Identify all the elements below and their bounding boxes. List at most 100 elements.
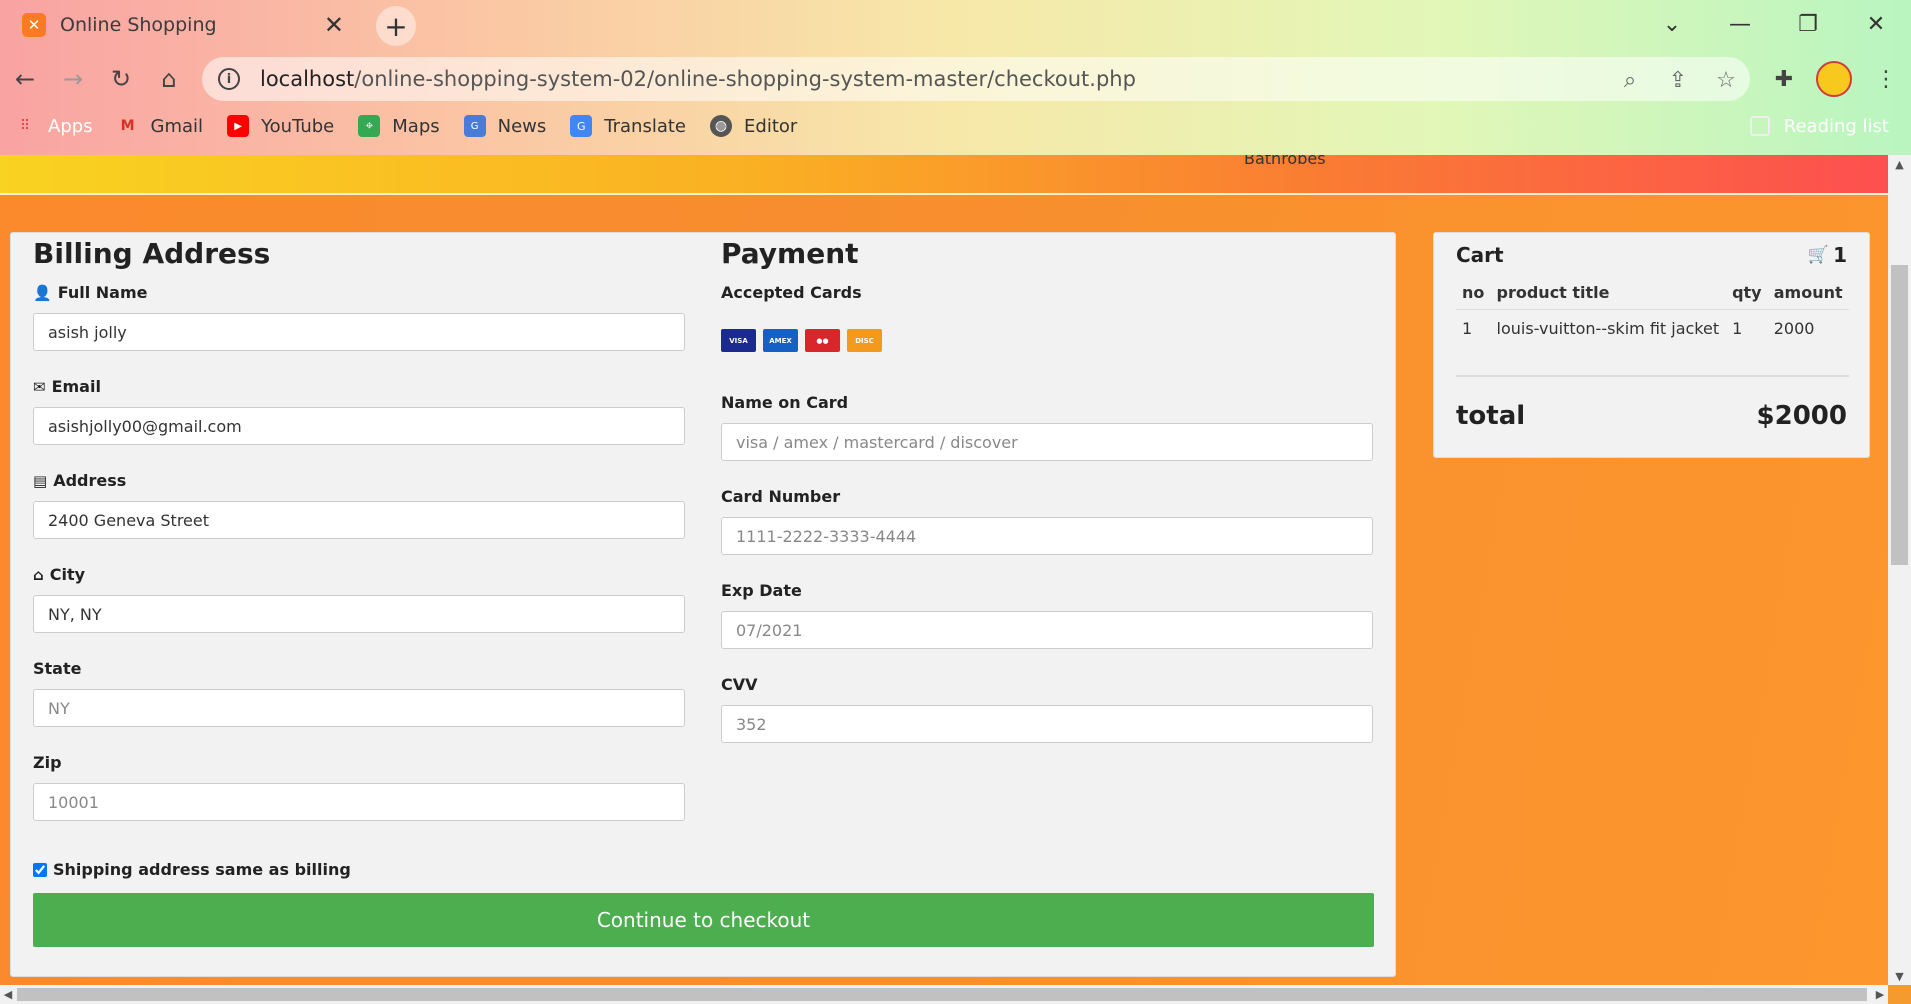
address-label-text: Address	[53, 471, 127, 490]
scroll-up-arrow-icon[interactable]: ▲	[1888, 155, 1911, 173]
bookmark-star-icon[interactable]: ☆	[1712, 66, 1740, 94]
cvv-input[interactable]	[721, 705, 1373, 743]
billing-title: Billing Address	[33, 237, 271, 270]
bookmark-editor[interactable]: ◍ Editor	[710, 115, 797, 137]
visa-card-icon: VISA	[721, 329, 756, 352]
vertical-scrollbar[interactable]: ▲ ▼	[1888, 155, 1911, 985]
reading-list-label: Reading list	[1783, 115, 1889, 137]
mastercard-icon: ●●	[805, 329, 840, 352]
address-card-icon: ▤	[33, 471, 48, 490]
name-on-card-input[interactable]	[721, 423, 1373, 461]
back-arrow-icon[interactable]: ←	[9, 63, 41, 95]
header-banner-strip: Bathrobes	[0, 155, 1888, 195]
cart-divider	[1456, 375, 1849, 377]
address-bar[interactable]: i localhost/online-shopping-system-02/on…	[202, 57, 1750, 101]
address-input[interactable]	[33, 501, 685, 539]
tab-close-icon[interactable]: ✕	[324, 11, 344, 39]
bookmark-label: Editor	[744, 115, 798, 137]
vertical-scroll-thumb[interactable]	[1891, 265, 1908, 565]
full-name-input[interactable]	[33, 313, 685, 351]
news-icon: G	[463, 115, 486, 137]
youtube-icon: ▶	[227, 115, 250, 137]
name-on-card-label: Name on Card	[721, 393, 849, 412]
email-input[interactable]	[33, 407, 685, 445]
city-label: ⌂ City	[33, 565, 85, 584]
shipping-same-row[interactable]: Shipping address same as billing	[33, 860, 351, 879]
bookmark-label: Apps	[48, 115, 93, 137]
browser-chrome: ✕ Online Shopping ✕ + ⌄ — ❐ ✕ ← → ↻ ⌂ i …	[0, 0, 1911, 155]
url-path: /online-shopping-system-02/online-shoppi…	[354, 67, 1136, 91]
reading-list[interactable]: Reading list	[1749, 110, 1889, 142]
card-number-label: Card Number	[721, 487, 841, 506]
cart-summary-card: Cart 🛒 1 no product title qty amount 1 l…	[1433, 232, 1870, 458]
share-icon[interactable]: ⇪	[1664, 66, 1692, 94]
envelope-icon: ✉	[33, 377, 46, 396]
city-label-text: City	[49, 565, 86, 584]
column-product-title: product title	[1490, 277, 1727, 310]
forward-arrow-icon[interactable]: →	[57, 63, 89, 95]
horizontal-scroll-thumb[interactable]	[17, 988, 1867, 1001]
full-name-label-text: Full Name	[57, 283, 148, 302]
state-label: State	[33, 659, 82, 678]
close-window-icon[interactable]: ✕	[1856, 6, 1896, 42]
state-input[interactable]	[33, 689, 685, 727]
bookmark-apps[interactable]: ⠿ Apps	[14, 115, 93, 137]
browser-menu-icon[interactable]: ⋮	[1870, 63, 1902, 95]
bookmark-translate[interactable]: G Translate	[570, 115, 686, 137]
total-value: $2000	[1756, 401, 1847, 431]
bookmark-gmail[interactable]: M Gmail	[117, 115, 204, 137]
new-tab-button[interactable]: +	[376, 6, 416, 46]
profile-avatar[interactable]	[1816, 61, 1852, 97]
exp-date-input[interactable]	[721, 611, 1373, 649]
bookmark-news[interactable]: G News	[463, 115, 546, 137]
bookmark-maps[interactable]: ⌖ Maps	[358, 115, 440, 137]
column-amount: amount	[1767, 277, 1849, 310]
zip-label: Zip	[33, 753, 62, 772]
city-input[interactable]	[33, 595, 685, 633]
zip-input[interactable]	[33, 783, 685, 821]
extensions-puzzle-icon[interactable]: ✚	[1768, 63, 1800, 95]
checkout-form-card: Billing Address 👤 Full Name ✉ Email ▤ Addre…	[10, 232, 1396, 977]
cart-count: 1	[1833, 243, 1847, 267]
browser-toolbar: ← → ↻ ⌂ i localhost/online-shopping-syst…	[0, 54, 1911, 104]
shipping-same-checkbox[interactable]	[33, 862, 47, 877]
card-number-input[interactable]	[721, 517, 1373, 555]
payment-title: Payment	[721, 237, 859, 270]
cell-product-title[interactable]: louis-vuitton--skim fit jacket	[1491, 309, 1727, 347]
site-info-icon[interactable]: i	[218, 68, 240, 90]
bookmark-youtube[interactable]: ▶ YouTube	[227, 115, 334, 137]
amex-card-icon: AMEX	[763, 329, 798, 352]
url-host: localhost	[260, 67, 355, 91]
table-row: 1 louis-vuitton--skim fit jacket 1 2000	[1456, 309, 1849, 347]
bookmark-label: Gmail	[150, 115, 204, 137]
user-icon: 👤	[33, 283, 52, 302]
scroll-left-arrow-icon[interactable]: ◀	[0, 985, 16, 1004]
restore-window-icon[interactable]: ❐	[1788, 6, 1828, 42]
continue-to-checkout-button[interactable]: Continue to checkout	[33, 893, 1374, 947]
bookmark-label: Maps	[392, 115, 440, 137]
category-link[interactable]: Bathrobes	[1244, 155, 1326, 168]
browser-tab[interactable]: ✕ Online Shopping ✕	[8, 0, 358, 50]
zoom-icon[interactable]: ⌕	[1616, 66, 1644, 94]
reload-icon[interactable]: ↻	[105, 63, 137, 95]
home-icon[interactable]: ⌂	[153, 63, 185, 95]
reading-list-icon	[1749, 116, 1770, 136]
maps-icon: ⌖	[358, 115, 381, 137]
cell-amount: 2000	[1773, 318, 1815, 338]
shipping-same-label: Shipping address same as billing	[53, 860, 351, 879]
email-label: ✉ Email	[33, 377, 101, 396]
discover-card-icon: DISC	[847, 329, 882, 352]
tab-strip: ✕ Online Shopping ✕ + ⌄ — ❐ ✕	[0, 0, 1911, 50]
horizontal-scrollbar[interactable]: ◀ ▶	[0, 985, 1888, 1004]
cvv-label: CVV	[721, 675, 758, 694]
scroll-down-arrow-icon[interactable]: ▼	[1888, 967, 1911, 985]
cell-qty: 1	[1732, 318, 1743, 338]
scroll-right-arrow-icon[interactable]: ▶	[1872, 985, 1888, 1004]
full-name-label: 👤 Full Name	[33, 283, 147, 302]
xampp-favicon-icon: ✕	[22, 13, 46, 37]
address-label: ▤ Address	[33, 471, 126, 490]
editor-globe-icon: ◍	[710, 115, 733, 137]
minimize-window-icon[interactable]: —	[1720, 6, 1760, 42]
tab-title: Online Shopping	[60, 14, 217, 36]
tab-search-chevron-icon[interactable]: ⌄	[1652, 6, 1692, 42]
